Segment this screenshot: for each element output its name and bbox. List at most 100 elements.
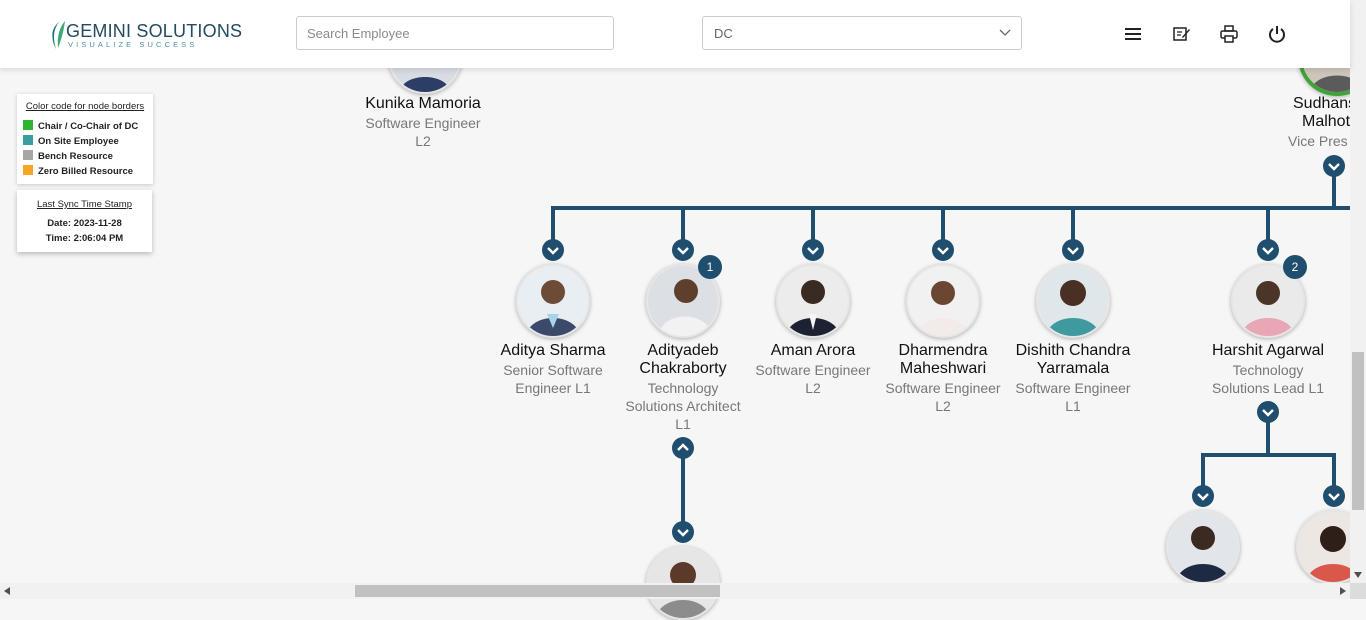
chevron-down-icon xyxy=(1328,493,1340,501)
avatar-dishith[interactable] xyxy=(1036,264,1110,338)
legend-swatch xyxy=(23,135,33,145)
node-title: Technology xyxy=(647,380,719,396)
chevron-down-icon xyxy=(677,529,689,537)
connector-line xyxy=(551,206,1350,210)
logo-tagline: VISUALIZE SUCCESS xyxy=(68,40,198,49)
reports-count-badge: 2 xyxy=(1283,255,1307,279)
chevron-down-icon xyxy=(937,247,949,255)
chevron-down-icon xyxy=(1262,409,1274,417)
node-title: Solutions Lead L1 xyxy=(1211,380,1325,396)
legend-label: On Site Employee xyxy=(38,136,119,147)
legend-swatch xyxy=(23,150,33,160)
chevron-down-icon xyxy=(677,247,689,255)
legend-label: Zero Billed Resource xyxy=(38,166,134,177)
node-title: L2 xyxy=(415,133,431,149)
node-name: Harshit Agarwal xyxy=(1211,342,1325,359)
node-name: Dharmendra xyxy=(898,342,988,359)
expand-toggle[interactable] xyxy=(672,521,694,543)
leaf-logo-icon xyxy=(52,19,65,49)
expand-toggle[interactable] xyxy=(932,239,954,261)
collapse-toggle[interactable] xyxy=(672,437,694,459)
color-legend: Color code for node borders Chair / Co-C… xyxy=(17,94,153,184)
scroll-right-arrow-icon[interactable] xyxy=(1339,586,1347,596)
node-name: Malhot xyxy=(1302,113,1350,130)
connector-line xyxy=(681,448,685,528)
connector-line xyxy=(1201,453,1205,488)
sync-date: Date: 2023-11-28 xyxy=(47,218,122,229)
sync-title: Last Sync Time Stamp xyxy=(36,199,133,210)
node-name: Maheshwari xyxy=(899,360,987,377)
node-name: Dishith Chandra xyxy=(1015,342,1131,359)
top-header: GEMINI SOLUTIONS VISUALIZE SUCCESS DC xyxy=(0,0,1350,68)
hamburger-icon[interactable] xyxy=(1123,24,1143,44)
horizontal-scrollbar-thumb[interactable] xyxy=(355,585,720,597)
node-name: Aditya Sharma xyxy=(500,342,606,359)
legend-label: Chair / Co-Chair of DC xyxy=(38,121,139,132)
node-name: Sudhans xyxy=(1293,95,1350,112)
expand-toggle[interactable] xyxy=(1257,239,1279,261)
node-title: Software Engineer xyxy=(1015,380,1131,396)
chevron-down-icon xyxy=(1262,247,1274,255)
node-title: Software Engineer xyxy=(755,362,871,378)
scroll-left-arrow-icon[interactable] xyxy=(3,586,11,596)
power-icon[interactable] xyxy=(1267,24,1287,44)
connector-line xyxy=(1332,453,1336,488)
node-name: Kunika Mamoria xyxy=(365,95,481,112)
chevron-down-icon xyxy=(547,247,559,255)
expand-toggle[interactable] xyxy=(1062,239,1084,261)
logo-title: GEMINI SOLUTIONS xyxy=(66,21,243,41)
avatar-aman-arora[interactable] xyxy=(776,264,850,338)
connector-line xyxy=(1201,453,1336,457)
legend-swatch xyxy=(23,120,33,130)
chevron-down-icon xyxy=(1067,247,1079,255)
connector-line xyxy=(811,206,815,242)
node-title: L1 xyxy=(675,416,691,432)
connector-line xyxy=(1266,206,1270,242)
expand-toggle[interactable] xyxy=(1323,485,1345,507)
node-name: Chakraborty xyxy=(639,360,727,377)
chevron-up-icon xyxy=(677,443,689,451)
avatar-report[interactable] xyxy=(1166,510,1240,584)
scroll-down-arrow-icon[interactable] xyxy=(1353,571,1363,579)
company-logo[interactable]: GEMINI SOLUTIONS VISUALIZE SUCCESS xyxy=(48,18,242,52)
reports-count-badge: 1 xyxy=(698,255,722,279)
connector-line xyxy=(551,206,555,242)
node-name: Aman Arora xyxy=(770,342,856,359)
connector-line xyxy=(1071,206,1075,242)
expand-toggle[interactable] xyxy=(1192,485,1214,507)
collapse-toggle[interactable] xyxy=(1323,155,1345,177)
dc-select[interactable]: DC xyxy=(702,16,1022,50)
node-title: Senior Software xyxy=(503,362,603,378)
collapse-toggle[interactable] xyxy=(1257,401,1279,423)
avatar-aditya-sharma[interactable] xyxy=(516,264,590,338)
scrollbar-corner xyxy=(1350,583,1366,599)
node-title: L2 xyxy=(805,380,821,396)
legend-label: Bench Resource xyxy=(38,151,113,162)
node-name: Yarramala xyxy=(1036,360,1110,377)
node-title: Vice Pres xyxy=(1288,133,1348,149)
expand-toggle[interactable] xyxy=(542,239,564,261)
sync-time: Time: 2:06:04 PM xyxy=(45,233,124,244)
legend-title: Color code for node borders xyxy=(25,101,145,112)
chevron-down-icon xyxy=(807,247,819,255)
node-title: Solutions Architect xyxy=(625,398,741,414)
printer-icon[interactable] xyxy=(1219,24,1239,44)
avatar-dharmendra[interactable] xyxy=(906,264,980,338)
vertical-scrollbar-thumb[interactable] xyxy=(1352,352,1364,510)
node-title: Software Engineer xyxy=(365,115,481,131)
node-name: Adityadeb xyxy=(647,342,719,359)
node-title: Software Engineer xyxy=(885,380,1001,396)
sync-timestamp-box: Last Sync Time Stamp Date: 2023-11-28 Ti… xyxy=(17,190,152,252)
connector-line xyxy=(941,206,945,242)
legend-swatch xyxy=(23,165,33,175)
chevron-down-icon xyxy=(1197,493,1209,501)
expand-toggle[interactable] xyxy=(802,239,824,261)
node-title: L2 xyxy=(935,398,951,414)
expand-toggle[interactable] xyxy=(672,239,694,261)
node-title: L1 xyxy=(1065,398,1081,414)
search-employee-input[interactable] xyxy=(296,16,614,50)
edit-document-icon[interactable] xyxy=(1171,24,1191,44)
connector-line xyxy=(681,206,685,242)
chevron-down-icon xyxy=(999,29,1011,36)
dc-select-value: DC xyxy=(714,26,733,41)
